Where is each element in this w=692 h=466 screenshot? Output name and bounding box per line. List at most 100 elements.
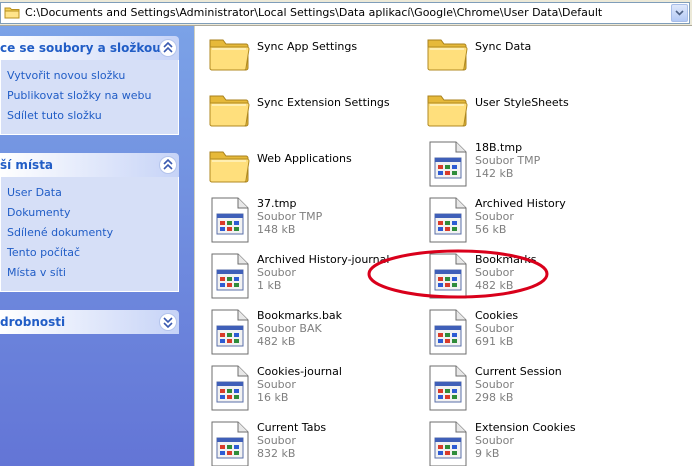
create-folder-link[interactable]: Vytvořit novou složku bbox=[7, 66, 178, 86]
item-name: 37.tmp bbox=[257, 197, 297, 210]
panel-title: ší místa bbox=[0, 158, 54, 172]
item-text: Current Session Soubor 298 kB bbox=[475, 365, 562, 404]
place-link-documents[interactable]: Dokumenty bbox=[7, 203, 178, 223]
item-text: Cookies-journal Soubor 16 kB bbox=[257, 365, 342, 404]
share-folder-link[interactable]: Sdílet tuto složku bbox=[7, 106, 178, 126]
folder-icon bbox=[207, 84, 251, 132]
file-item[interactable]: Archived History Soubor 56 kB bbox=[419, 194, 629, 246]
file-icon bbox=[425, 140, 469, 188]
file-icon bbox=[207, 420, 251, 466]
item-name: Current Tabs bbox=[257, 421, 327, 434]
item-name: Archived History bbox=[475, 197, 566, 210]
item-name: Sync Data bbox=[475, 40, 532, 53]
item-name: Web Applications bbox=[257, 152, 352, 165]
folder-item[interactable]: Web Applications bbox=[201, 138, 411, 190]
file-item[interactable]: Bookmarks.bak Soubor BAK 482 kB bbox=[201, 306, 411, 358]
item-type: Soubor TMP bbox=[475, 154, 541, 167]
item-type: Soubor bbox=[257, 378, 296, 391]
file-item[interactable]: Bookmarks Soubor 482 kB bbox=[419, 250, 629, 302]
place-link-network[interactable]: Místa v síti bbox=[7, 263, 178, 283]
folder-item[interactable]: User StyleSheets bbox=[419, 82, 629, 134]
other-places-body: User Data Dokumenty Sdílené dokumenty Te… bbox=[0, 177, 179, 292]
item-name: Cookies bbox=[475, 309, 519, 322]
item-text: Web Applications bbox=[257, 152, 352, 165]
details-header[interactable]: drobnosti bbox=[0, 310, 179, 334]
collapse-icon[interactable] bbox=[159, 156, 177, 174]
item-size: 482 kB bbox=[475, 279, 514, 292]
item-text: Current Tabs Soubor 832 kB bbox=[257, 421, 326, 460]
item-name: 18B.tmp bbox=[475, 141, 523, 154]
place-link-user-data[interactable]: User Data bbox=[7, 183, 178, 203]
item-text: Extension Cookies Soubor 9 kB bbox=[475, 421, 576, 460]
item-size: 9 kB bbox=[475, 447, 500, 460]
item-text: Bookmarks Soubor 482 kB bbox=[475, 253, 536, 292]
item-size: 56 kB bbox=[475, 223, 507, 236]
file-item[interactable]: Cookies-journal Soubor 16 kB bbox=[201, 362, 411, 414]
item-type: Soubor BAK bbox=[257, 322, 322, 335]
file-icon bbox=[425, 364, 469, 412]
file-item[interactable]: Archived History-journal Soubor 1 kB bbox=[201, 250, 411, 302]
folder-item[interactable]: Sync Extension Settings bbox=[201, 82, 411, 134]
item-type: Soubor bbox=[475, 210, 514, 223]
place-link-shared-documents[interactable]: Sdílené dokumenty bbox=[7, 223, 178, 243]
item-name: Current Session bbox=[475, 365, 562, 378]
item-text: Sync App Settings bbox=[257, 40, 357, 53]
item-name: Bookmarks.bak bbox=[257, 309, 343, 322]
file-item[interactable]: Cookies Soubor 691 kB bbox=[419, 306, 629, 358]
folder-icon bbox=[207, 140, 251, 188]
file-icon bbox=[207, 196, 251, 244]
address-bar: C:\Documents and Settings\Administrator\… bbox=[0, 0, 692, 26]
file-icon bbox=[425, 252, 469, 300]
file-item[interactable]: Current Tabs Soubor 832 kB bbox=[201, 418, 411, 466]
expand-icon[interactable] bbox=[159, 313, 177, 331]
file-icon bbox=[425, 196, 469, 244]
panel-title: drobnosti bbox=[0, 315, 66, 329]
other-places-panel: ší místa User Data Dokumenty Sdílené dok… bbox=[0, 153, 179, 292]
file-item[interactable]: 18B.tmp Soubor TMP 142 kB bbox=[419, 138, 629, 190]
file-icon bbox=[207, 364, 251, 412]
file-icon bbox=[207, 252, 251, 300]
address-field[interactable]: C:\Documents and Settings\Administrator\… bbox=[0, 2, 690, 24]
file-icon bbox=[207, 308, 251, 356]
other-places-header[interactable]: ší místa bbox=[0, 153, 179, 177]
folder-item[interactable]: Sync Data bbox=[419, 26, 629, 78]
details-panel: drobnosti bbox=[0, 310, 179, 334]
item-type: Soubor bbox=[475, 266, 514, 279]
item-text: Sync Extension Settings bbox=[257, 96, 390, 109]
folder-item[interactable]: Sync App Settings bbox=[201, 26, 411, 78]
place-link-my-computer[interactable]: Tento počítač bbox=[7, 243, 178, 263]
publish-folder-link[interactable]: Publikovat složky na webu bbox=[7, 86, 178, 106]
item-text: Bookmarks.bak Soubor BAK 482 kB bbox=[257, 309, 342, 348]
item-text: Cookies Soubor 691 kB bbox=[475, 309, 518, 348]
item-name: Extension Cookies bbox=[475, 421, 576, 434]
item-type: Soubor bbox=[475, 434, 514, 447]
address-dropdown-button[interactable] bbox=[671, 4, 688, 22]
item-size: 1 kB bbox=[257, 279, 282, 292]
file-item[interactable]: Current Session Soubor 298 kB bbox=[419, 362, 629, 414]
panel-title: ce se soubory a složkou bbox=[0, 41, 161, 55]
file-item[interactable]: 37.tmp Soubor TMP 148 kB bbox=[201, 194, 411, 246]
item-name: Bookmarks bbox=[475, 253, 537, 266]
item-type: Soubor bbox=[475, 378, 514, 391]
item-size: 298 kB bbox=[475, 391, 514, 404]
file-tasks-header[interactable]: ce se soubory a složkou bbox=[0, 36, 179, 60]
item-name: Archived History-journal bbox=[257, 253, 390, 266]
collapse-icon[interactable] bbox=[159, 39, 177, 57]
file-icon bbox=[425, 308, 469, 356]
chevron-down-icon bbox=[675, 10, 684, 16]
address-path[interactable]: C:\Documents and Settings\Administrator\… bbox=[25, 6, 602, 20]
item-size: 832 kB bbox=[257, 447, 296, 460]
item-size: 148 kB bbox=[257, 223, 296, 236]
item-size: 691 kB bbox=[475, 335, 514, 348]
item-type: Soubor bbox=[475, 322, 514, 335]
item-name: User StyleSheets bbox=[475, 96, 569, 109]
item-text: 37.tmp Soubor TMP 148 kB bbox=[257, 197, 322, 236]
folder-icon bbox=[425, 28, 469, 76]
item-text: Sync Data bbox=[475, 40, 531, 53]
item-type: Soubor TMP bbox=[257, 210, 323, 223]
file-item[interactable]: Extension Cookies Soubor 9 kB bbox=[419, 418, 629, 466]
item-name: Cookies-journal bbox=[257, 365, 342, 378]
item-size: 142 kB bbox=[475, 167, 514, 180]
item-text: 18B.tmp Soubor TMP 142 kB bbox=[475, 141, 540, 180]
file-view: Sync App Settings Sync Data Sync Extensi… bbox=[194, 26, 692, 466]
